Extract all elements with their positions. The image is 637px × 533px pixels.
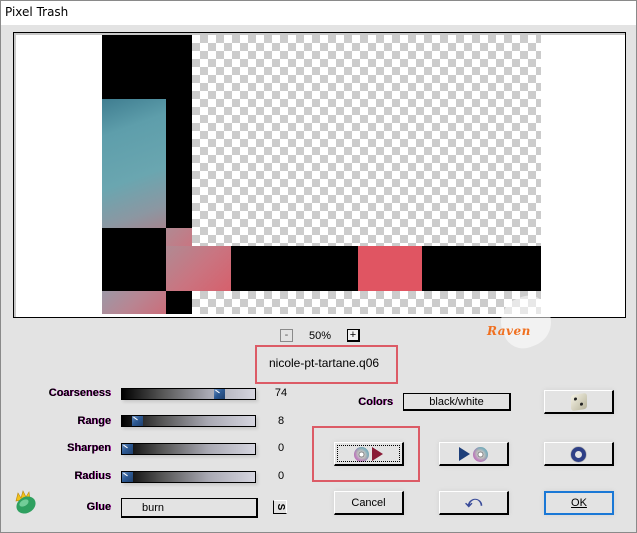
preview-block-teal (102, 99, 166, 228)
colors-value: black/white (429, 396, 484, 408)
window-title: Pixel Trash (5, 5, 69, 19)
sharpen-value: 0 (277, 442, 285, 454)
play-icon (372, 447, 383, 462)
preview-block-black-left (102, 228, 166, 291)
dice-icon (570, 392, 587, 412)
undo-button[interactable]: ⤺ (439, 491, 509, 515)
zoom-out-button[interactable]: - (280, 329, 293, 342)
undo-icon: ⤺ (464, 494, 483, 512)
preset-filename-highlight: nicole-pt-tartane.q06 (255, 345, 398, 384)
preview-pane[interactable] (13, 32, 626, 318)
title-bar: Pixel Trash (1, 1, 636, 25)
glue-value: burn (142, 502, 165, 514)
slider-thumb[interactable] (131, 416, 143, 426)
glue-select[interactable]: burn (121, 498, 258, 518)
slider-thumb[interactable] (122, 444, 133, 454)
ok-button[interactable]: OK (544, 491, 614, 515)
zoom-in-button[interactable]: + (347, 329, 360, 342)
range-slider[interactable] (121, 415, 256, 427)
colors-label: Colors (358, 396, 393, 408)
radius-label: Radius (74, 470, 111, 482)
coarseness-label: Coarseness (48, 387, 111, 399)
preview-block-red (358, 246, 422, 291)
colors-select[interactable]: black/white (403, 393, 511, 411)
preset-filename: nicole-pt-tartane.q06 (269, 356, 380, 370)
raven-logo: Raven (487, 324, 531, 338)
ok-label: OK (571, 497, 587, 509)
preview-block-black-right (422, 246, 541, 291)
preview-block-black-band (231, 246, 358, 291)
cd-icon (354, 446, 369, 462)
preview-transparent-bottom (192, 291, 541, 314)
reset-button[interactable] (544, 442, 614, 466)
randomize-button[interactable] (544, 390, 614, 414)
preview-block-pink-ext (166, 246, 231, 291)
range-label: Range (77, 415, 111, 427)
cancel-button[interactable]: Cancel (334, 491, 404, 515)
glue-s-button[interactable]: S (273, 500, 287, 514)
cd-icon (473, 446, 488, 462)
slider-thumb[interactable] (122, 472, 133, 482)
load-preset-button[interactable] (334, 442, 404, 466)
radius-slider[interactable] (121, 471, 256, 483)
coarseness-value: 74 (274, 387, 288, 399)
sharpen-slider[interactable] (121, 443, 256, 455)
preview-transparent-area (192, 35, 541, 246)
glue-label: Glue (86, 501, 111, 513)
slider-thumb[interactable] (213, 389, 225, 399)
zoom-level: 50% (309, 330, 332, 342)
sharpen-label: Sharpen (66, 442, 111, 454)
pixel-trash-dialog: Pixel Trash - 50% + Raven nicole-pt-tart… (0, 0, 637, 533)
radius-value: 0 (277, 470, 285, 482)
preview-block-black-bottom (166, 291, 192, 314)
coarseness-slider[interactable] (121, 388, 256, 400)
play-icon (459, 447, 470, 462)
preview-block-pink-bottom (102, 291, 166, 314)
range-value: 8 (277, 415, 285, 427)
save-preset-button[interactable] (439, 442, 509, 466)
ring-icon (571, 446, 586, 462)
